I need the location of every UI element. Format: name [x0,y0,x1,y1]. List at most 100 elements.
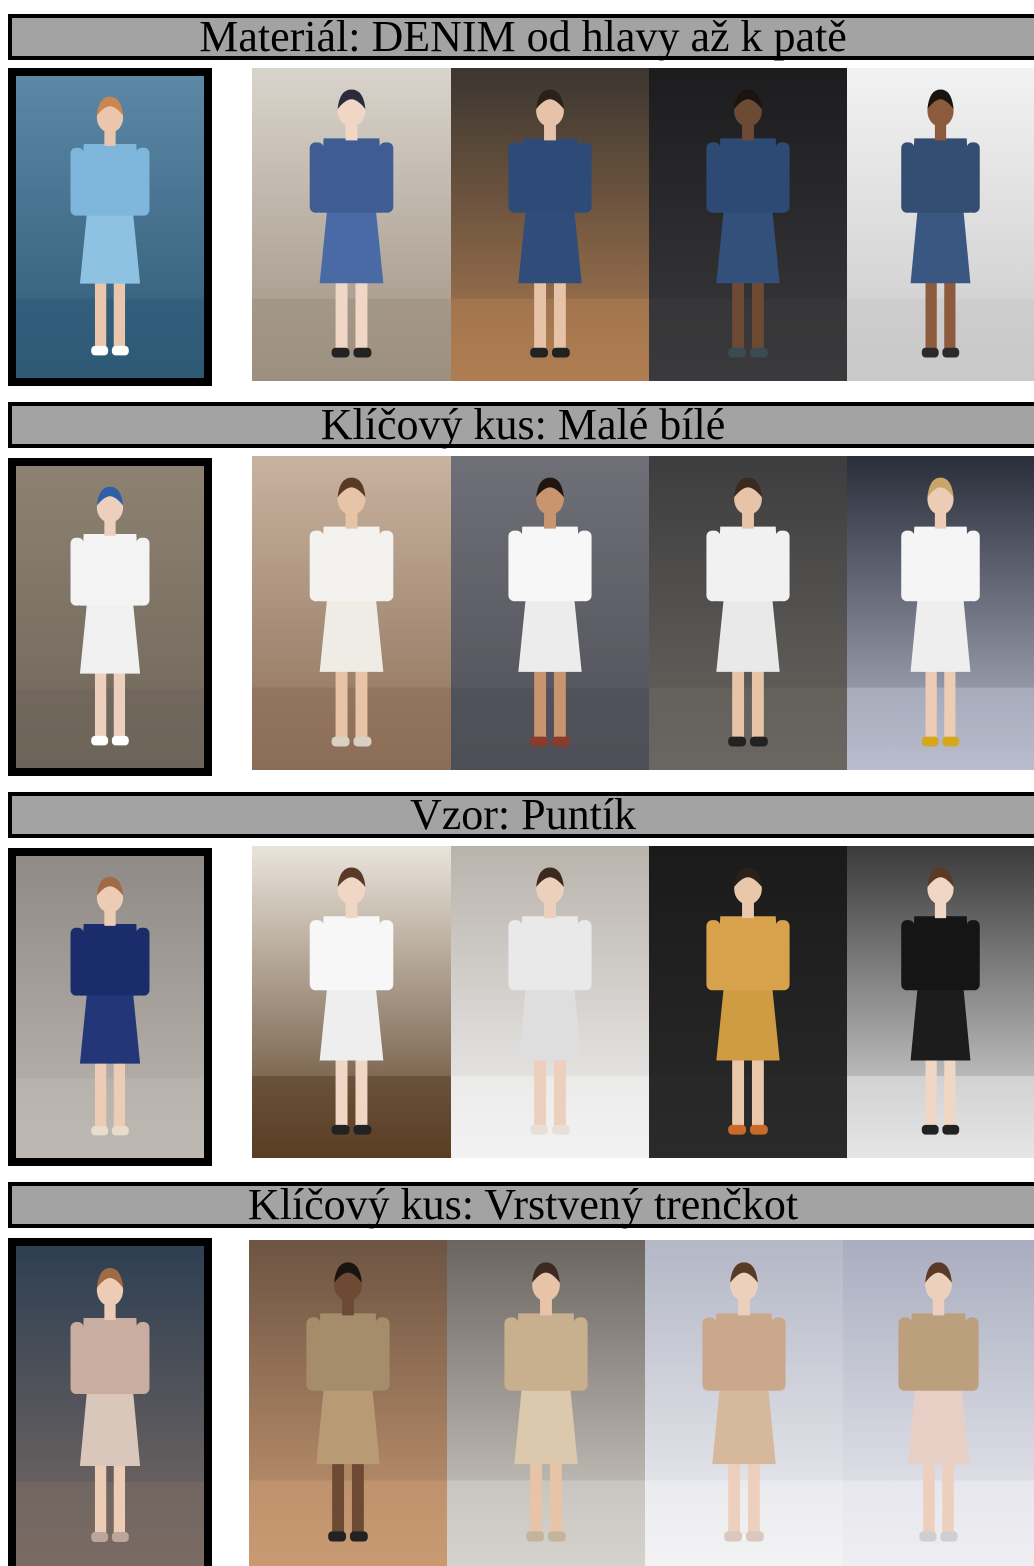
runway-look-4 [847,68,1034,381]
figure-lower-garment [910,204,971,284]
figure-shoe [111,1125,129,1136]
figure-shoe [328,1531,347,1542]
runway-look-1 [249,1240,447,1566]
photo-figure [16,1246,204,1566]
figure-arm [136,147,150,216]
runway-look-2 [447,1240,645,1566]
figure-shoe [353,736,372,747]
runway-strip [252,846,1034,1158]
figure-lower-garment [716,593,780,672]
figure-arm [577,142,592,213]
figure-arm [775,920,790,991]
figure-shoe [919,1531,937,1542]
figure-lower-garment [79,598,141,674]
photo-floor [843,1480,1034,1566]
figure-lower-garment [716,982,780,1061]
figure-shoe [331,347,350,358]
figure-shoe [921,347,939,358]
photo-floor [649,298,847,381]
figure-arm [966,530,980,602]
figure-arm [136,537,150,606]
section-title: Klíčový kus: Vrstvený trenčkot [247,1180,799,1229]
runway-look-4 [843,1240,1034,1566]
runway-strip [252,68,1034,381]
figure-shoe [921,736,939,747]
photo-floor [451,1076,649,1158]
figure-top-garment [79,533,141,606]
photo-floor [451,298,649,381]
figure-top-garment [518,138,582,213]
figure-arm [508,920,523,991]
figure-arm [379,142,394,213]
runway-look-1 [252,68,451,381]
photo-figure [649,846,847,1158]
figure-arm [306,1317,321,1391]
runway-look-2 [451,846,649,1158]
figure-shoe [353,347,372,358]
photo-figure [252,68,451,381]
photo-floor [649,687,847,770]
section-title: Vzor: Puntík [409,790,637,839]
photo-floor [847,298,1034,381]
runway-strip [252,456,1034,770]
figure-shoe [728,347,747,358]
photo-figure [252,846,451,1158]
figure-shoe [942,1124,960,1135]
section-little-white: Klíčový kus: Malé bílé [0,390,1034,780]
section-title-bar: Klíčový kus: Malé bílé [8,402,1034,448]
photo-floor [252,1076,451,1158]
runway-look-3 [649,456,847,770]
figure-shoe [331,736,350,747]
figure-arm [901,920,915,991]
figure-lower-garment [319,593,384,672]
photo-figure [847,456,1034,770]
figure-lower-garment [79,1386,141,1466]
photo-figure [249,1240,447,1566]
photo-figure [847,68,1034,381]
figure-shoe [91,1125,109,1136]
photo-figure [451,846,649,1158]
photo-figure [451,456,649,770]
figure-shoe [728,736,747,747]
figure-lower-garment [910,593,971,672]
photo-floor [451,687,649,770]
figure-shoe [547,1531,566,1542]
photo-floor [16,1078,204,1158]
figure-arm [70,1322,84,1394]
figure-arm [375,1317,390,1391]
photo-figure [843,1240,1034,1566]
street-photo [16,466,204,768]
figure-arm [309,920,324,991]
street-photo [16,76,204,378]
section-title: Materiál: DENIM od hlavy až k patě [199,12,847,61]
figure-arm [898,1317,912,1391]
figure-top-garment [79,143,141,216]
figure-top-garment [910,916,971,991]
figure-lower-garment [514,1382,578,1465]
figure-top-garment [79,923,141,996]
photo-floor [16,1482,204,1566]
runway-look-3 [645,1240,843,1566]
photo-floor [645,1480,843,1566]
photo-figure [645,1240,843,1566]
figure-arm [309,142,324,213]
figure-shoe [349,1531,368,1542]
photo-floor [16,298,204,378]
figure-shoe [111,345,129,356]
figure-shoe [921,1124,939,1135]
figure-shoe [724,1531,743,1542]
figure-top-garment [716,526,780,602]
figure-shoe [530,736,549,747]
section-title-bar: Vzor: Puntík [8,792,1034,838]
figure-arm [775,142,790,213]
figure-shoe [353,1124,372,1135]
figure-top-garment [907,1313,970,1391]
figure-top-garment [518,526,582,602]
figure-arm [577,530,592,602]
figure-top-garment [316,1313,380,1391]
figure-shoe [551,347,570,358]
runway-look-3 [649,68,847,381]
figure-arm [379,530,394,602]
figure-lower-garment [319,982,384,1061]
photo-figure [252,456,451,770]
